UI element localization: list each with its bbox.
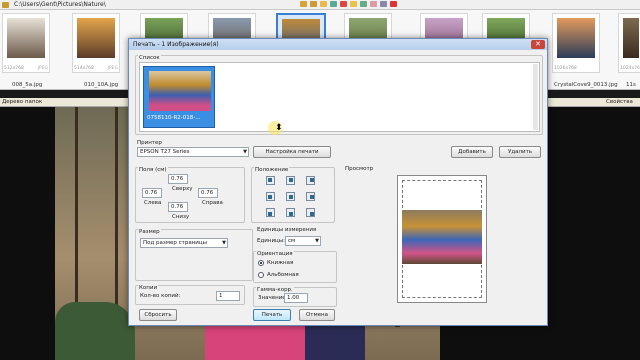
cursor-icon: ⬍ <box>275 123 283 133</box>
margin-top-label: Сверху <box>172 186 193 192</box>
printer-group: Принтер EPSON T27 Series ▼ Настройка печа… <box>135 140 543 161</box>
orientation-group: Ориентация Книжная Альбомная <box>253 251 337 283</box>
position-middle-right[interactable] <box>306 192 315 201</box>
list-scrollbar[interactable] <box>533 64 538 130</box>
close-icon[interactable] <box>390 1 397 7</box>
printer-select[interactable]: EPSON T27 Series ▼ <box>137 147 249 157</box>
delete-icon[interactable] <box>340 1 347 7</box>
copies-input[interactable]: 1 <box>216 291 240 301</box>
thumbnail-item[interactable]: 1026x768 <box>552 13 600 73</box>
open-icon[interactable] <box>310 1 317 7</box>
copies-group: Копии Кол-во копий: 1 <box>135 285 245 305</box>
image-list[interactable]: 0758110-R2-018-... <box>139 62 540 132</box>
thumbnail-item[interactable]: 1024x768 <box>618 13 640 73</box>
position-label: Положение <box>254 167 290 173</box>
list-group: Список 0758110-R2-018-... <box>135 55 543 135</box>
position-group: Положение <box>251 167 335 223</box>
delete-button[interactable]: Удалить <box>499 146 541 158</box>
close-icon: ✕ <box>535 40 541 48</box>
gamma-input[interactable]: 1.00 <box>284 293 308 303</box>
position-bottom-left[interactable] <box>266 208 275 217</box>
dialog-title: Печать - 1 Изображение(я) <box>133 41 219 48</box>
preview-group: Просмотр <box>341 166 543 313</box>
copies-field-label: Кол-во копий: <box>140 293 181 299</box>
margin-right-label: Справа <box>202 200 223 206</box>
refresh-icon[interactable] <box>330 1 337 7</box>
reset-button[interactable]: Сбросить <box>139 309 177 321</box>
position-top-center[interactable] <box>286 176 295 185</box>
path-bar[interactable]: C:\Users\Gent\Pictures\Nature\ <box>10 1 106 8</box>
units-label: Единицы измерения <box>257 227 317 233</box>
folder-icon[interactable] <box>2 1 9 8</box>
margin-left-input[interactable]: 0.76 <box>142 188 162 198</box>
heart-icon[interactable] <box>370 1 377 7</box>
position-bottom-center[interactable] <box>286 208 295 217</box>
folder-tree-label[interactable]: Дерево папок <box>2 98 42 107</box>
margin-top-input[interactable]: 0.76 <box>168 174 188 184</box>
tag-icon[interactable] <box>360 1 367 7</box>
units-field-label: Единицы: <box>257 238 285 244</box>
gamma-group: Гамма-корр. Значение: 1.00 <box>253 287 337 307</box>
size-label: Размер <box>138 229 161 235</box>
landscape-label: Альбомная <box>267 272 299 278</box>
chevron-down-icon: ▼ <box>222 240 226 246</box>
list-item[interactable]: 0758110-R2-018-... <box>143 66 215 128</box>
preview-image <box>402 210 482 264</box>
printer-settings-button[interactable]: Настройка печати <box>253 146 331 158</box>
thumbnail-name: 11s <box>626 82 636 88</box>
landscape-radio[interactable] <box>258 272 264 278</box>
toolbar-buttons <box>300 1 640 9</box>
margins-label: Поля (см) <box>138 167 168 173</box>
portrait-label: Книжная <box>267 260 294 266</box>
close-button[interactable]: ✕ <box>531 40 545 49</box>
folder-up-icon[interactable] <box>300 1 307 7</box>
preview-label: Просмотр <box>345 166 374 172</box>
chevron-down-icon: ▼ <box>243 149 247 155</box>
position-bottom-right[interactable] <box>306 208 315 217</box>
margin-bottom-label: Снизу <box>172 214 190 220</box>
list-item-thumbnail <box>149 71 211 111</box>
margin-bottom-input[interactable]: 0.76 <box>168 202 188 212</box>
size-group: Размер Под размер страницы ▼ <box>135 229 253 281</box>
add-button[interactable]: Добавить <box>451 146 493 158</box>
list-item-label: 0758110-R2-018-... <box>147 115 201 121</box>
copy-icon[interactable] <box>320 1 327 7</box>
position-center[interactable] <box>286 192 295 201</box>
margin-left-label: Слева <box>144 200 162 206</box>
thumbnail-item[interactable]: 512x768 JPEG <box>2 13 50 73</box>
position-middle-left[interactable] <box>266 192 275 201</box>
dialog-titlebar: Печать - 1 Изображение(я) <box>129 39 547 50</box>
thumbnail-name: CrystalCove9_0013.jpg <box>554 82 618 88</box>
size-select[interactable]: Под размер страницы ▼ <box>140 238 228 248</box>
thumbnail-name: 010_10A.jpg <box>84 82 119 88</box>
margins-group: Поля (см) 0.76 Сверху 0.76 0.76 Слева Сп… <box>135 167 245 223</box>
chevron-down-icon: ▼ <box>315 238 319 244</box>
position-top-right[interactable] <box>306 176 315 185</box>
preview-page <box>397 175 487 303</box>
grid-icon[interactable] <box>380 1 387 7</box>
copies-label: Копии <box>138 285 159 291</box>
margin-right-input[interactable]: 0.76 <box>198 188 218 198</box>
printer-label: Принтер <box>137 140 162 146</box>
thumbnail-item[interactable]: 514x768 JPEG <box>72 13 120 73</box>
print-button[interactable]: Печать <box>253 309 291 321</box>
list-label: Список <box>138 55 161 61</box>
left-panel <box>0 107 55 360</box>
units-group: Единицы измерения Единицы: см ▼ <box>253 227 337 249</box>
thumbnail-name: 008_5a.jpg <box>12 82 43 88</box>
star-icon[interactable] <box>350 1 357 7</box>
portrait-radio[interactable] <box>258 260 264 266</box>
cancel-button[interactable]: Отмена <box>299 309 335 321</box>
orientation-label: Ориентация <box>256 251 294 257</box>
units-select[interactable]: см ▼ <box>285 236 321 246</box>
position-top-left[interactable] <box>266 176 275 185</box>
print-dialog: Печать - 1 Изображение(я) ✕ Список 07581… <box>128 38 548 326</box>
